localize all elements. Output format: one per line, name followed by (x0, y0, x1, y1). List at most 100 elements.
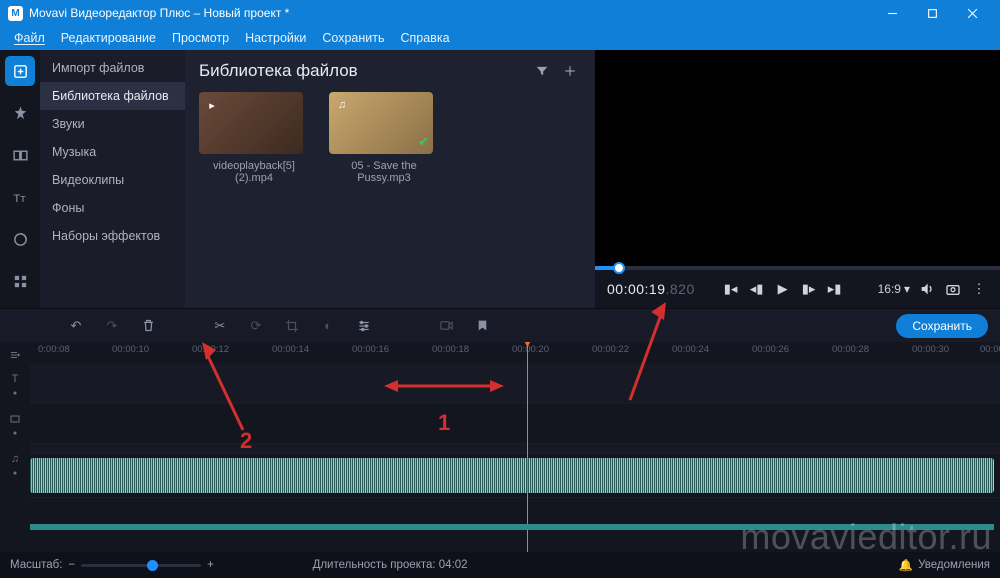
record-button[interactable] (436, 316, 456, 336)
ruler-tick: 00:00:14 (272, 344, 309, 355)
tool-titles[interactable]: Tт (5, 182, 35, 212)
scrubber[interactable] (595, 266, 1000, 270)
tool-stickers[interactable] (5, 224, 35, 254)
svg-text:Tт: Tт (13, 192, 25, 204)
app-logo: M (8, 6, 23, 21)
sidebar-item-videoclips[interactable]: Видеоклипы (40, 166, 185, 194)
notifications-button[interactable]: 🔔Уведомления (899, 558, 990, 572)
tool-more[interactable] (5, 266, 35, 296)
menu-save[interactable]: Сохранить (314, 28, 392, 48)
undo-button[interactable]: ↶ (66, 316, 86, 336)
sidebar: Импорт файлов Библиотека файлов Звуки Му… (40, 50, 185, 308)
file-thumb-audio[interactable]: ♫ ✔ 05 - Save the Pussy.mp3 (329, 92, 439, 184)
menu-edit[interactable]: Редактирование (53, 28, 164, 48)
add-track-button[interactable] (9, 344, 21, 366)
add-icon[interactable] (559, 60, 581, 82)
delete-button[interactable] (138, 316, 158, 336)
maximize-button[interactable] (912, 0, 952, 26)
aspect-ratio-selector[interactable]: 16:9 ▾ (878, 282, 910, 296)
zoom-out-icon[interactable]: − (68, 559, 75, 571)
timeline-content[interactable]: 0:00:08 00:00:10 00:00:12 00:00:14 00:00… (30, 342, 1000, 552)
audio-clip[interactable] (30, 458, 994, 493)
audio-track[interactable] (30, 454, 1000, 498)
next-clip-button[interactable]: ▸▮ (826, 280, 844, 298)
rotate-button[interactable]: ⟳ (246, 316, 266, 336)
file-name: 05 - Save the Pussy.mp3 (329, 160, 439, 184)
sidebar-item-import[interactable]: Импорт файлов (40, 54, 185, 82)
frame-forward-button[interactable]: ▮▸ (800, 280, 818, 298)
ruler-tick: 00:00:22 (592, 344, 629, 355)
spacer-row (30, 444, 1000, 454)
ruler-tick: 00:00:24 (672, 344, 709, 355)
text-track-label[interactable]: T (9, 366, 21, 406)
save-button[interactable]: Сохранить (896, 314, 988, 338)
redo-button[interactable]: ↷ (102, 316, 122, 336)
ruler-tick: 00:00:10 (112, 344, 149, 355)
play-button[interactable]: ▶ (774, 280, 792, 298)
playhead[interactable] (527, 342, 528, 552)
volume-icon[interactable] (918, 280, 936, 298)
library-panel: Библиотека файлов ▸ videoplayback[5] (2)… (185, 50, 595, 308)
secondary-audio-clip[interactable] (30, 524, 994, 530)
text-track[interactable] (30, 364, 1000, 404)
window-title: Movavi Видеоредактор Плюс – Новый проект… (29, 6, 289, 20)
frame-back-button[interactable]: ◂▮ (748, 280, 766, 298)
file-thumb-video[interactable]: ▸ videoplayback[5] (2).mp4 (199, 92, 309, 184)
project-duration: Длительность проекта: 04:02 (234, 559, 546, 571)
sidebar-item-sounds[interactable]: Звуки (40, 110, 185, 138)
play-icon: ▸ (203, 96, 221, 114)
ruler-tick: 00:00:26 (752, 344, 789, 355)
check-icon: ✔ (418, 134, 429, 150)
marker-button[interactable] (472, 316, 492, 336)
close-button[interactable] (952, 0, 992, 26)
titlebar: M Movavi Видеоредактор Плюс – Новый прое… (0, 0, 1000, 26)
ruler-tick: 00:00:18 (432, 344, 469, 355)
zoom-in-icon[interactable]: + (207, 559, 214, 571)
prev-clip-button[interactable]: ▮◂ (722, 280, 740, 298)
filter-icon[interactable] (531, 60, 553, 82)
ruler-tick: 0:00:08 (38, 344, 70, 355)
crop-button[interactable] (282, 316, 302, 336)
timeline: T ♫ 0:00:08 00:00:10 00:00:12 00:00:14 0… (0, 342, 1000, 552)
main-area: Tт Импорт файлов Библиотека файлов Звуки… (0, 50, 1000, 308)
tool-import[interactable] (5, 56, 35, 86)
properties-button[interactable] (354, 316, 374, 336)
color-button[interactable]: ◐ (318, 316, 338, 336)
ruler-tick: 00:00:16 (352, 344, 389, 355)
preview-screen[interactable] (595, 50, 1000, 266)
music-icon: ♫ (333, 96, 351, 114)
file-name: videoplayback[5] (2).mp4 (199, 160, 309, 184)
preview-time: 00:00:19.820 (607, 281, 695, 297)
minimize-button[interactable] (872, 0, 912, 26)
zoom-label: Масштаб: (10, 559, 62, 571)
scrub-handle[interactable] (613, 262, 625, 274)
sidebar-item-library[interactable]: Библиотека файлов (40, 82, 185, 110)
preview-panel: ? 00:00:19.820 ▮◂ ◂▮ ▶ ▮▸ ▸▮ 16:9 ▾ ⋮ (595, 50, 1000, 308)
sidebar-item-music[interactable]: Музыка (40, 138, 185, 166)
menu-settings[interactable]: Настройки (237, 28, 314, 48)
zoom-control[interactable]: Масштаб: − + (10, 559, 214, 571)
video-track-label[interactable] (9, 406, 21, 446)
ruler-tick: 00:00:20 (512, 344, 549, 355)
menu-view[interactable]: Просмотр (164, 28, 237, 48)
menu-help[interactable]: Справка (392, 28, 457, 48)
left-toolbar: Tт (0, 50, 40, 308)
more-icon[interactable]: ⋮ (970, 280, 988, 298)
snapshot-icon[interactable] (944, 280, 962, 298)
video-track[interactable] (30, 404, 1000, 444)
timeline-toolbar: ↶ ↷ ✂ ⟳ ◐ Сохранить (0, 308, 1000, 342)
preview-controls: 00:00:19.820 ▮◂ ◂▮ ▶ ▮▸ ▸▮ 16:9 ▾ ⋮ (595, 270, 1000, 308)
timeline-track-labels: T ♫ (0, 342, 30, 552)
zoom-slider[interactable] (81, 564, 201, 567)
split-button[interactable]: ✂ (210, 316, 230, 336)
tool-filters[interactable] (5, 98, 35, 128)
menu-bar: Файл Редактирование Просмотр Настройки С… (0, 26, 1000, 50)
audio-track-label[interactable]: ♫ (9, 446, 21, 486)
menu-file[interactable]: Файл (6, 28, 53, 48)
sidebar-item-effectsets[interactable]: Наборы эффектов (40, 222, 185, 250)
sidebar-item-backgrounds[interactable]: Фоны (40, 194, 185, 222)
bell-icon: 🔔 (899, 558, 913, 572)
timeline-ruler[interactable]: 0:00:08 00:00:10 00:00:12 00:00:14 00:00… (30, 342, 1000, 364)
ruler-tick: 00:00:30 (912, 344, 949, 355)
tool-transitions[interactable] (5, 140, 35, 170)
